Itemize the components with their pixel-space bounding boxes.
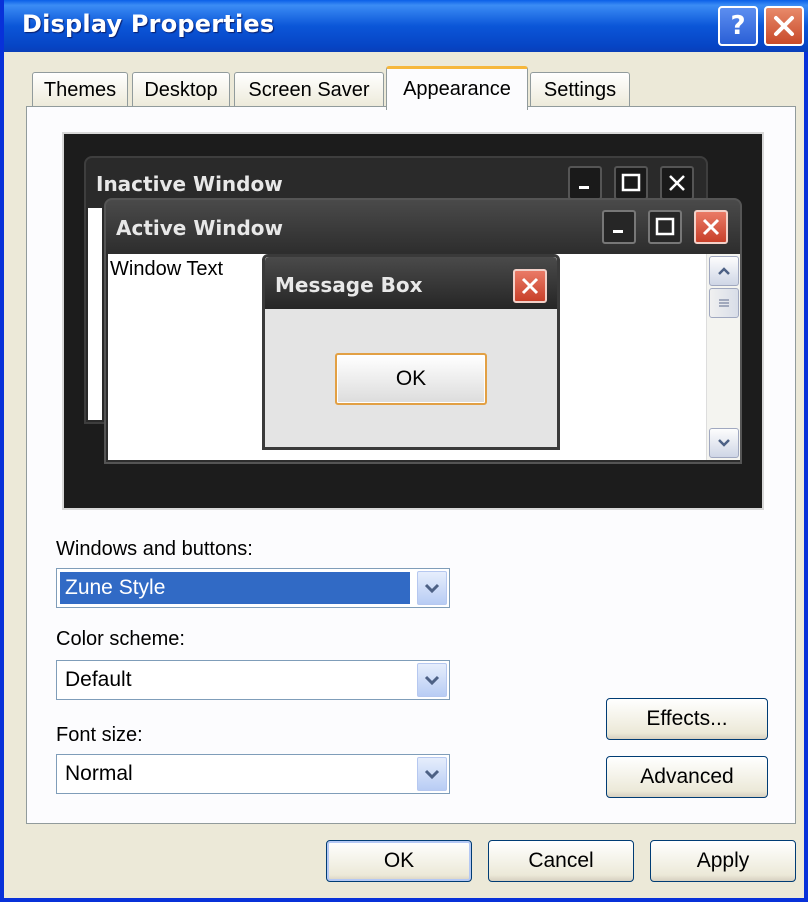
window-text-sample: Window Text (110, 258, 224, 280)
active-close-icon (694, 210, 728, 244)
tab-appearance[interactable]: Appearance (386, 66, 528, 110)
active-window-title: Active Window (116, 216, 284, 240)
title-bar[interactable]: Display Properties ? (4, 0, 808, 52)
windows-buttons-label: Windows and buttons: (56, 538, 253, 560)
display-properties-dialog: Display Properties ? Themes Desktop Scre… (0, 0, 808, 902)
help-button[interactable]: ? (718, 6, 758, 46)
message-box-close-icon (513, 269, 547, 303)
apply-button[interactable]: Apply (650, 840, 796, 882)
chevron-down-icon[interactable] (417, 571, 447, 605)
message-box-preview: Message Box OK (262, 254, 560, 450)
inactive-window-title: Inactive Window (96, 172, 283, 196)
color-scheme-select[interactable]: Default (56, 660, 450, 700)
chevron-down-icon[interactable] (417, 757, 447, 791)
inactive-window-client (88, 208, 102, 420)
close-button[interactable] (764, 6, 804, 46)
message-box-titlebar: Message Box (265, 257, 557, 309)
inactive-maximize-icon (614, 166, 648, 200)
message-box-title: Message Box (275, 273, 423, 297)
message-box-ok-button: OK (335, 353, 487, 405)
scroll-thumb (709, 288, 739, 318)
active-maximize-icon (648, 210, 682, 244)
scroll-down-icon (709, 428, 739, 458)
windows-buttons-value: Zune Style (59, 571, 411, 605)
font-size-value: Normal (65, 762, 133, 785)
color-scheme-value: Default (65, 668, 132, 691)
font-size-label: Font size: (56, 724, 143, 746)
scroll-up-icon (709, 256, 739, 286)
font-size-select[interactable]: Normal (56, 754, 450, 794)
close-icon (774, 16, 794, 36)
color-scheme-label: Color scheme: (56, 628, 185, 650)
active-minimize-icon (602, 210, 636, 244)
cancel-button[interactable]: Cancel (488, 840, 634, 882)
tab-themes[interactable]: Themes (32, 72, 128, 108)
chevron-down-icon[interactable] (417, 663, 447, 697)
effects-button[interactable]: Effects... (606, 698, 768, 740)
preview-scrollbar (706, 254, 740, 460)
inactive-minimize-icon (568, 166, 602, 200)
advanced-button[interactable]: Advanced (606, 756, 768, 798)
window-title: Display Properties (22, 10, 275, 38)
ok-button[interactable]: OK (326, 840, 472, 882)
tab-settings[interactable]: Settings (530, 72, 630, 108)
tab-screen-saver[interactable]: Screen Saver (234, 72, 384, 108)
windows-buttons-select[interactable]: Zune Style (56, 568, 450, 608)
help-icon: ? (730, 11, 746, 41)
tab-desktop[interactable]: Desktop (132, 72, 230, 108)
inactive-close-icon (660, 166, 694, 200)
